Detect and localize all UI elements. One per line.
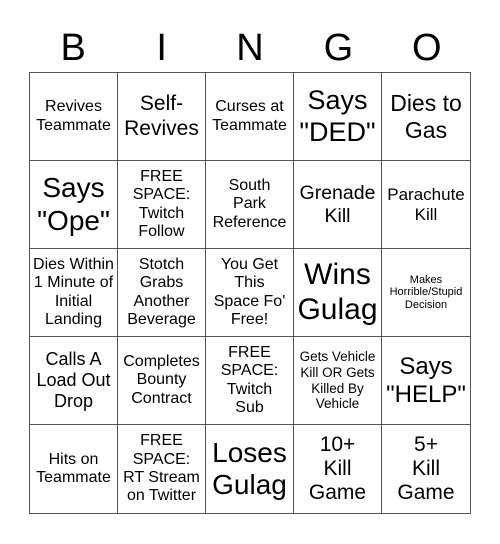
bingo-cell[interactable]: Grenade Kill bbox=[294, 161, 382, 249]
bingo-cell[interactable]: Curses at Teammate bbox=[206, 73, 294, 161]
bingo-cell[interactable]: FREE SPACE: Twitch Follow bbox=[118, 161, 206, 249]
bingo-cell[interactable]: South Park Reference bbox=[206, 161, 294, 249]
bingo-cell[interactable]: Dies to Gas bbox=[382, 73, 470, 161]
bingo-cell[interactable]: Says "Ope" bbox=[30, 161, 118, 249]
bingo-cell[interactable]: Completes Bounty Contract bbox=[118, 337, 206, 425]
cell-text: Gets Vehicle Kill OR Gets Killed By Vehi… bbox=[299, 349, 376, 412]
header-letter-g: G bbox=[323, 27, 354, 69]
bingo-cell[interactable]: Dies Within 1 Minute of Initial Landing bbox=[30, 249, 118, 337]
bingo-cell[interactable]: Parachute Kill bbox=[382, 161, 470, 249]
cell-text: Makes Horrible/Stupid Decision bbox=[389, 273, 463, 311]
cell-text: Curses at Teammate bbox=[212, 98, 287, 134]
header-letter-i: I bbox=[156, 27, 167, 69]
cell-text: Says "HELP" bbox=[386, 352, 466, 408]
cell-text: FREE SPACE: Twitch Sub bbox=[220, 343, 279, 416]
cell-text: Grenade Kill bbox=[299, 182, 376, 227]
cell-text: Says "DED" bbox=[299, 85, 376, 147]
bingo-cell[interactable]: Makes Horrible/Stupid Decision bbox=[382, 249, 470, 337]
bingo-cell[interactable]: Revives Teammate bbox=[30, 73, 118, 161]
bingo-header: B I N G O bbox=[29, 26, 471, 70]
cell-text: Dies Within 1 Minute of Initial Landing bbox=[33, 255, 114, 328]
cell-text: Self- Revives bbox=[124, 92, 199, 140]
bingo-cell[interactable]: Hits on Teammate bbox=[30, 425, 118, 513]
bingo-cell[interactable]: You Get This Space Fo' Free! bbox=[206, 249, 294, 337]
cell-text: Hits on Teammate bbox=[36, 450, 111, 486]
header-letter-b: B bbox=[60, 27, 86, 69]
cell-text: Wins Gulag bbox=[297, 258, 378, 326]
bingo-cell[interactable]: Wins Gulag bbox=[294, 249, 382, 337]
bingo-cell[interactable]: Calls A Load Out Drop bbox=[30, 337, 118, 425]
bingo-card-grid: Revives Teammate Self- Revives Curses at… bbox=[29, 72, 471, 514]
cell-text: Says "Ope" bbox=[37, 172, 110, 236]
cell-text: Dies to Gas bbox=[390, 90, 462, 143]
cell-text: You Get This Space Fo' Free! bbox=[213, 255, 286, 328]
cell-text: FREE SPACE: Twitch Follow bbox=[132, 167, 191, 240]
bingo-cell[interactable]: FREE SPACE: RT Stream on Twitter bbox=[118, 425, 206, 513]
bingo-cell[interactable]: 5+ Kill Game bbox=[382, 425, 470, 513]
cell-text: FREE SPACE: RT Stream on Twitter bbox=[123, 432, 200, 505]
bingo-cell[interactable]: Stotch Grabs Another Beverage bbox=[118, 249, 206, 337]
header-letter-n: N bbox=[236, 27, 264, 69]
bingo-cell[interactable]: Loses Gulag bbox=[206, 425, 294, 513]
header-letter-o: O bbox=[412, 27, 442, 69]
cell-text: Completes Bounty Contract bbox=[123, 352, 200, 407]
bingo-cell[interactable]: Self- Revives bbox=[118, 73, 206, 161]
bingo-cell[interactable]: Says "DED" bbox=[294, 73, 382, 161]
cell-text: South Park Reference bbox=[212, 176, 287, 231]
cell-text: 5+ Kill Game bbox=[397, 432, 455, 505]
bingo-cell[interactable]: Says "HELP" bbox=[382, 337, 470, 425]
cell-text: Stotch Grabs Another Beverage bbox=[127, 255, 196, 328]
cell-text: Calls A Load Out Drop bbox=[36, 349, 111, 411]
cell-text: 10+ Kill Game bbox=[308, 432, 367, 505]
cell-text: Loses Gulag bbox=[212, 436, 287, 500]
cell-text: Parachute Kill bbox=[387, 184, 465, 224]
bingo-cell[interactable]: FREE SPACE: Twitch Sub bbox=[206, 337, 294, 425]
cell-text: Revives Teammate bbox=[36, 98, 111, 134]
bingo-cell[interactable]: Gets Vehicle Kill OR Gets Killed By Vehi… bbox=[294, 337, 382, 425]
bingo-cell[interactable]: 10+ Kill Game bbox=[294, 425, 382, 513]
